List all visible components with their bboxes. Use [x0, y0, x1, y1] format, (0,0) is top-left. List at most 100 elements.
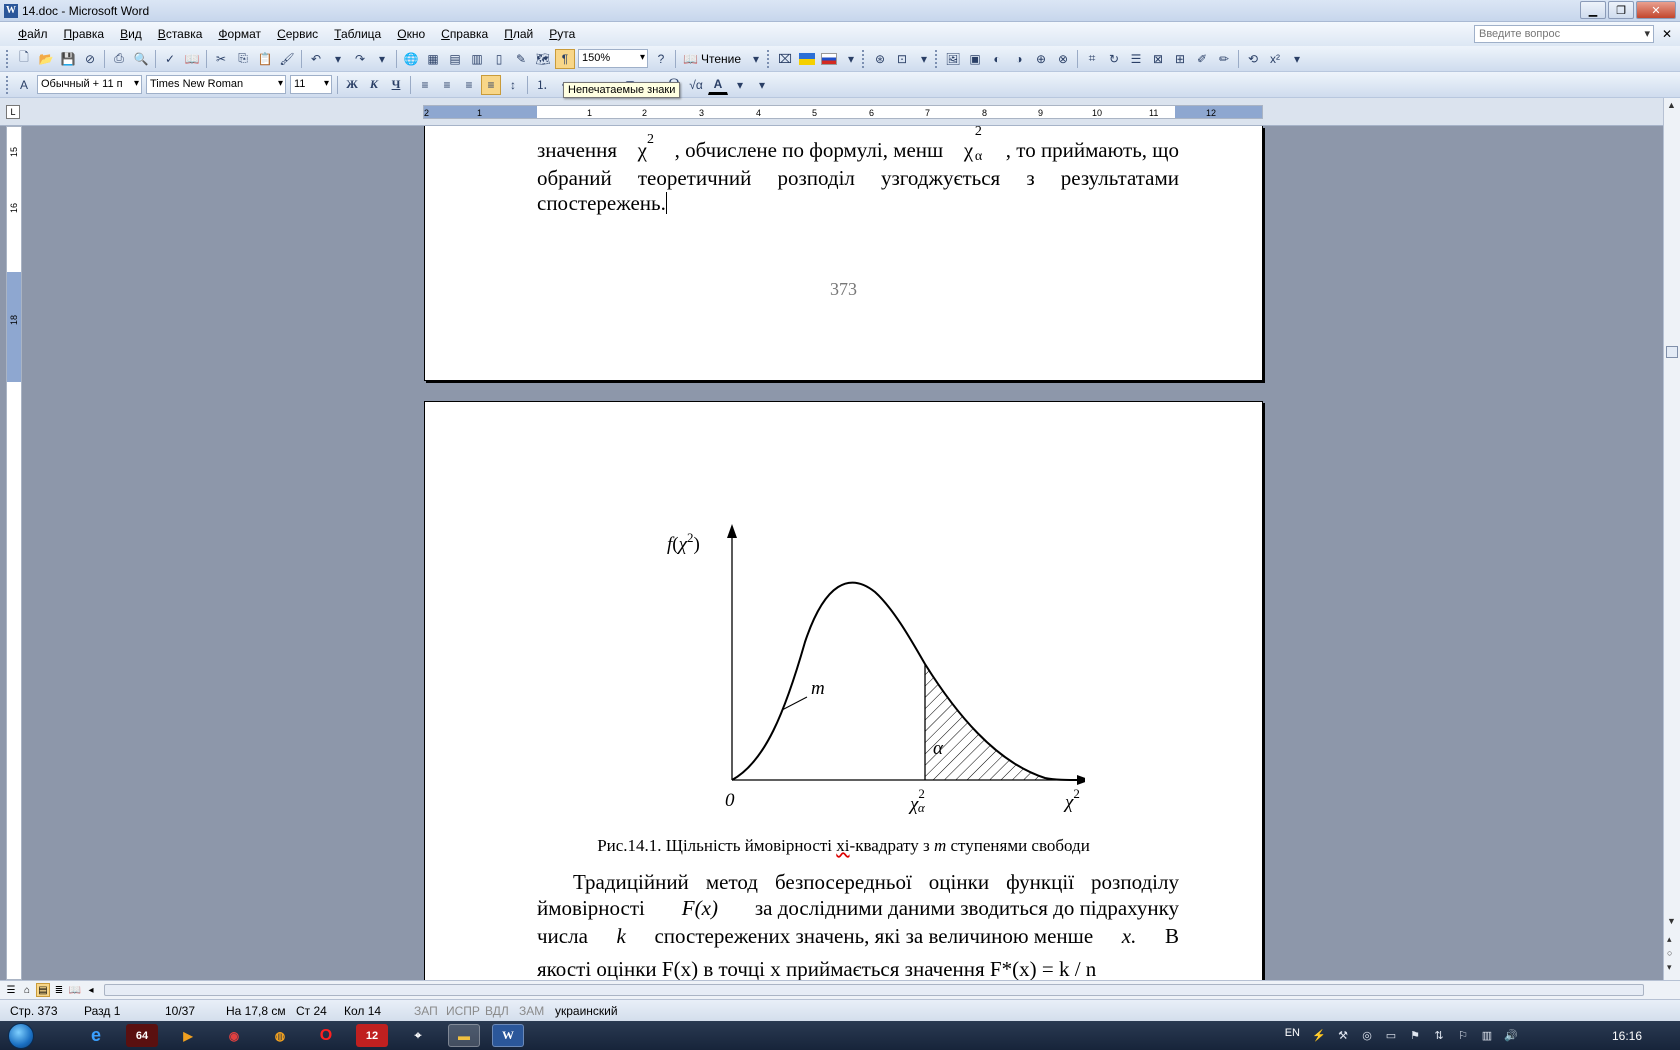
tray-icon-2[interactable]: ⚒	[1336, 1028, 1350, 1042]
hscroll-track[interactable]	[104, 984, 1644, 996]
menu-table[interactable]: Таблица	[326, 27, 389, 41]
numbering-icon[interactable]: ⒈	[532, 75, 552, 95]
tool-icon-3[interactable]: ⊡	[892, 49, 912, 69]
rotate-icon[interactable]: ↻	[1104, 49, 1124, 69]
document-map-icon[interactable]: 🗺	[533, 49, 553, 69]
print-layout-icon[interactable]: ▤	[36, 983, 50, 997]
next-page-icon[interactable]: ▾	[1667, 962, 1672, 973]
menu-window[interactable]: Окно	[389, 27, 433, 41]
toolbar-options-icon[interactable]: ▾	[746, 49, 766, 69]
page-373[interactable]: значення χ2 , обчислене по формулі, менш…	[424, 124, 1263, 381]
restore-button[interactable]: ❐	[1608, 1, 1634, 19]
ask-question-input[interactable]: Введите вопрос	[1474, 25, 1654, 43]
menu-format[interactable]: Формат	[210, 27, 269, 41]
font-color-dropdown-icon[interactable]: ▾	[730, 75, 750, 95]
outline-view-icon[interactable]: ≣	[52, 983, 66, 997]
format-picture-icon[interactable]: ✐	[1192, 49, 1212, 69]
normal-view-icon[interactable]: ☰	[4, 983, 18, 997]
explorer-icon[interactable]: ▬	[448, 1024, 480, 1047]
word-app-icon[interactable]: W	[4, 3, 18, 18]
new-document-icon[interactable]: 🗋	[14, 49, 34, 69]
tray-icon-7[interactable]: ⚐	[1456, 1028, 1470, 1042]
text-wrap-icon[interactable]: ⊞	[1170, 49, 1190, 69]
save-icon[interactable]: 💾	[58, 49, 78, 69]
app-12-icon[interactable]: 12	[356, 1024, 388, 1047]
toolbar-options-icon-4[interactable]: ▾	[1287, 49, 1307, 69]
menu-plai[interactable]: Плай	[496, 27, 541, 41]
permission-icon[interactable]: ⊘	[80, 49, 100, 69]
underline-button[interactable]: Ч	[386, 75, 406, 95]
insert-picture-icon[interactable]: 🖼	[943, 49, 963, 69]
status-ext[interactable]: ВДЛ	[485, 1004, 509, 1018]
help-icon[interactable]: ?	[651, 49, 671, 69]
menu-file[interactable]: Файл	[10, 27, 56, 41]
drawing-tool-icon-1[interactable]: ▣	[965, 49, 985, 69]
show-hide-formatting-icon[interactable]: ¶	[555, 48, 575, 69]
font-select[interactable]: Times New Roman	[146, 75, 286, 94]
zoom-select[interactable]: 150%	[578, 49, 648, 68]
toolbar-options-icon-5[interactable]: ▾	[752, 75, 772, 95]
font-color-icon[interactable]: A	[708, 75, 728, 95]
line-style-icon[interactable]: ☰	[1126, 49, 1146, 69]
status-trk[interactable]: ИСПР	[446, 1004, 480, 1018]
align-left-icon[interactable]: ≡	[415, 75, 435, 95]
drawing-tool-icon-3[interactable]: ◑	[1009, 49, 1029, 69]
menu-help[interactable]: Справка	[433, 27, 496, 41]
font-size-select[interactable]: 11	[290, 75, 332, 94]
web-view-icon[interactable]: ⌂	[20, 983, 34, 997]
toolbar-options-icon-2[interactable]: ▾	[841, 49, 861, 69]
app-red-icon[interactable]: ◉	[218, 1024, 250, 1047]
document-close-icon[interactable]: ✕	[1662, 27, 1672, 41]
redo-dropdown-icon[interactable]: ▾	[372, 49, 392, 69]
tray-icon-4[interactable]: ▭	[1384, 1028, 1398, 1042]
tables-borders-icon[interactable]: ▦	[423, 49, 443, 69]
prev-page-icon[interactable]: ▴	[1667, 934, 1672, 945]
copy-icon[interactable]: ⎘	[233, 49, 253, 69]
tray-icon-5[interactable]: ⚑	[1408, 1028, 1422, 1042]
horizontal-scrollbar[interactable]: ☰ ⌂ ▤ ≣ 📖 ◂	[0, 980, 1680, 999]
input-language[interactable]: EN	[1285, 1027, 1300, 1039]
clock[interactable]: 16:16	[1612, 1029, 1642, 1043]
scroll-up-icon[interactable]: ▲	[1667, 100, 1676, 110]
scroll-down-icon[interactable]: ▼	[1667, 916, 1676, 926]
toolbar-grip[interactable]	[6, 49, 10, 68]
reset-picture-icon[interactable]: ⟲	[1243, 49, 1263, 69]
research-icon[interactable]: 📖	[182, 49, 202, 69]
ie-icon[interactable]: e	[80, 1024, 112, 1047]
drawing-icon[interactable]: ✎	[511, 49, 531, 69]
bold-button[interactable]: Ж	[342, 75, 362, 95]
tool-icon-2[interactable]: ⊛	[870, 49, 890, 69]
drawing-tool-icon-5[interactable]: ⊗	[1053, 49, 1073, 69]
align-right-icon[interactable]: ≡	[459, 75, 479, 95]
columns-icon[interactable]: ▯	[489, 49, 509, 69]
line-spacing-icon[interactable]: ↕	[503, 75, 523, 95]
vertical-ruler[interactable]: 15 16 18	[6, 126, 22, 980]
network-icon[interactable]: ▥	[1480, 1028, 1494, 1042]
menu-view[interactable]: Вид	[112, 27, 150, 41]
tab-selector[interactable]: L	[6, 105, 20, 119]
tool-icon-1[interactable]: ⌧	[775, 49, 795, 69]
menu-insert[interactable]: Вставка	[150, 27, 211, 41]
print-preview-icon[interactable]: 🔍	[131, 49, 151, 69]
style-select[interactable]: Обычный + 11 п	[37, 75, 142, 94]
equation-icon[interactable]: √α	[686, 75, 706, 95]
status-rec[interactable]: ЗАП	[414, 1004, 438, 1018]
minimize-button[interactable]: ▁	[1580, 1, 1606, 19]
open-folder-icon[interactable]: 📂	[36, 49, 56, 69]
compress-icon[interactable]: ⊠	[1148, 49, 1168, 69]
align-center-icon[interactable]: ≡	[437, 75, 457, 95]
horizontal-ruler[interactable]: 2 1 1 2 3 4 5 6 7 8 9 10 11 12	[423, 105, 1263, 119]
tray-icon-6[interactable]: ⇅	[1432, 1028, 1446, 1042]
toolbar-options-icon-3[interactable]: ▾	[914, 49, 934, 69]
superscript-icon[interactable]: x²	[1265, 49, 1285, 69]
vertical-scrollbar[interactable]: ▲ ▼ ▴ ○ ▾	[1663, 98, 1680, 980]
russia-flag-icon[interactable]	[819, 49, 839, 69]
redo-icon[interactable]: ↷	[350, 49, 370, 69]
paste-icon[interactable]: 📋	[255, 49, 275, 69]
start-button[interactable]	[8, 1023, 34, 1049]
insert-table-icon[interactable]: ▤	[445, 49, 465, 69]
justify-icon[interactable]: ≡	[481, 74, 501, 95]
app-orange-icon[interactable]: ◍	[264, 1024, 296, 1047]
reading-mode-button[interactable]: 📖 Чтение	[679, 52, 745, 66]
page-374[interactable]: f(χ2) m α 0 χ2 α χ2 Рис.14.1. Щільність й…	[424, 401, 1263, 980]
